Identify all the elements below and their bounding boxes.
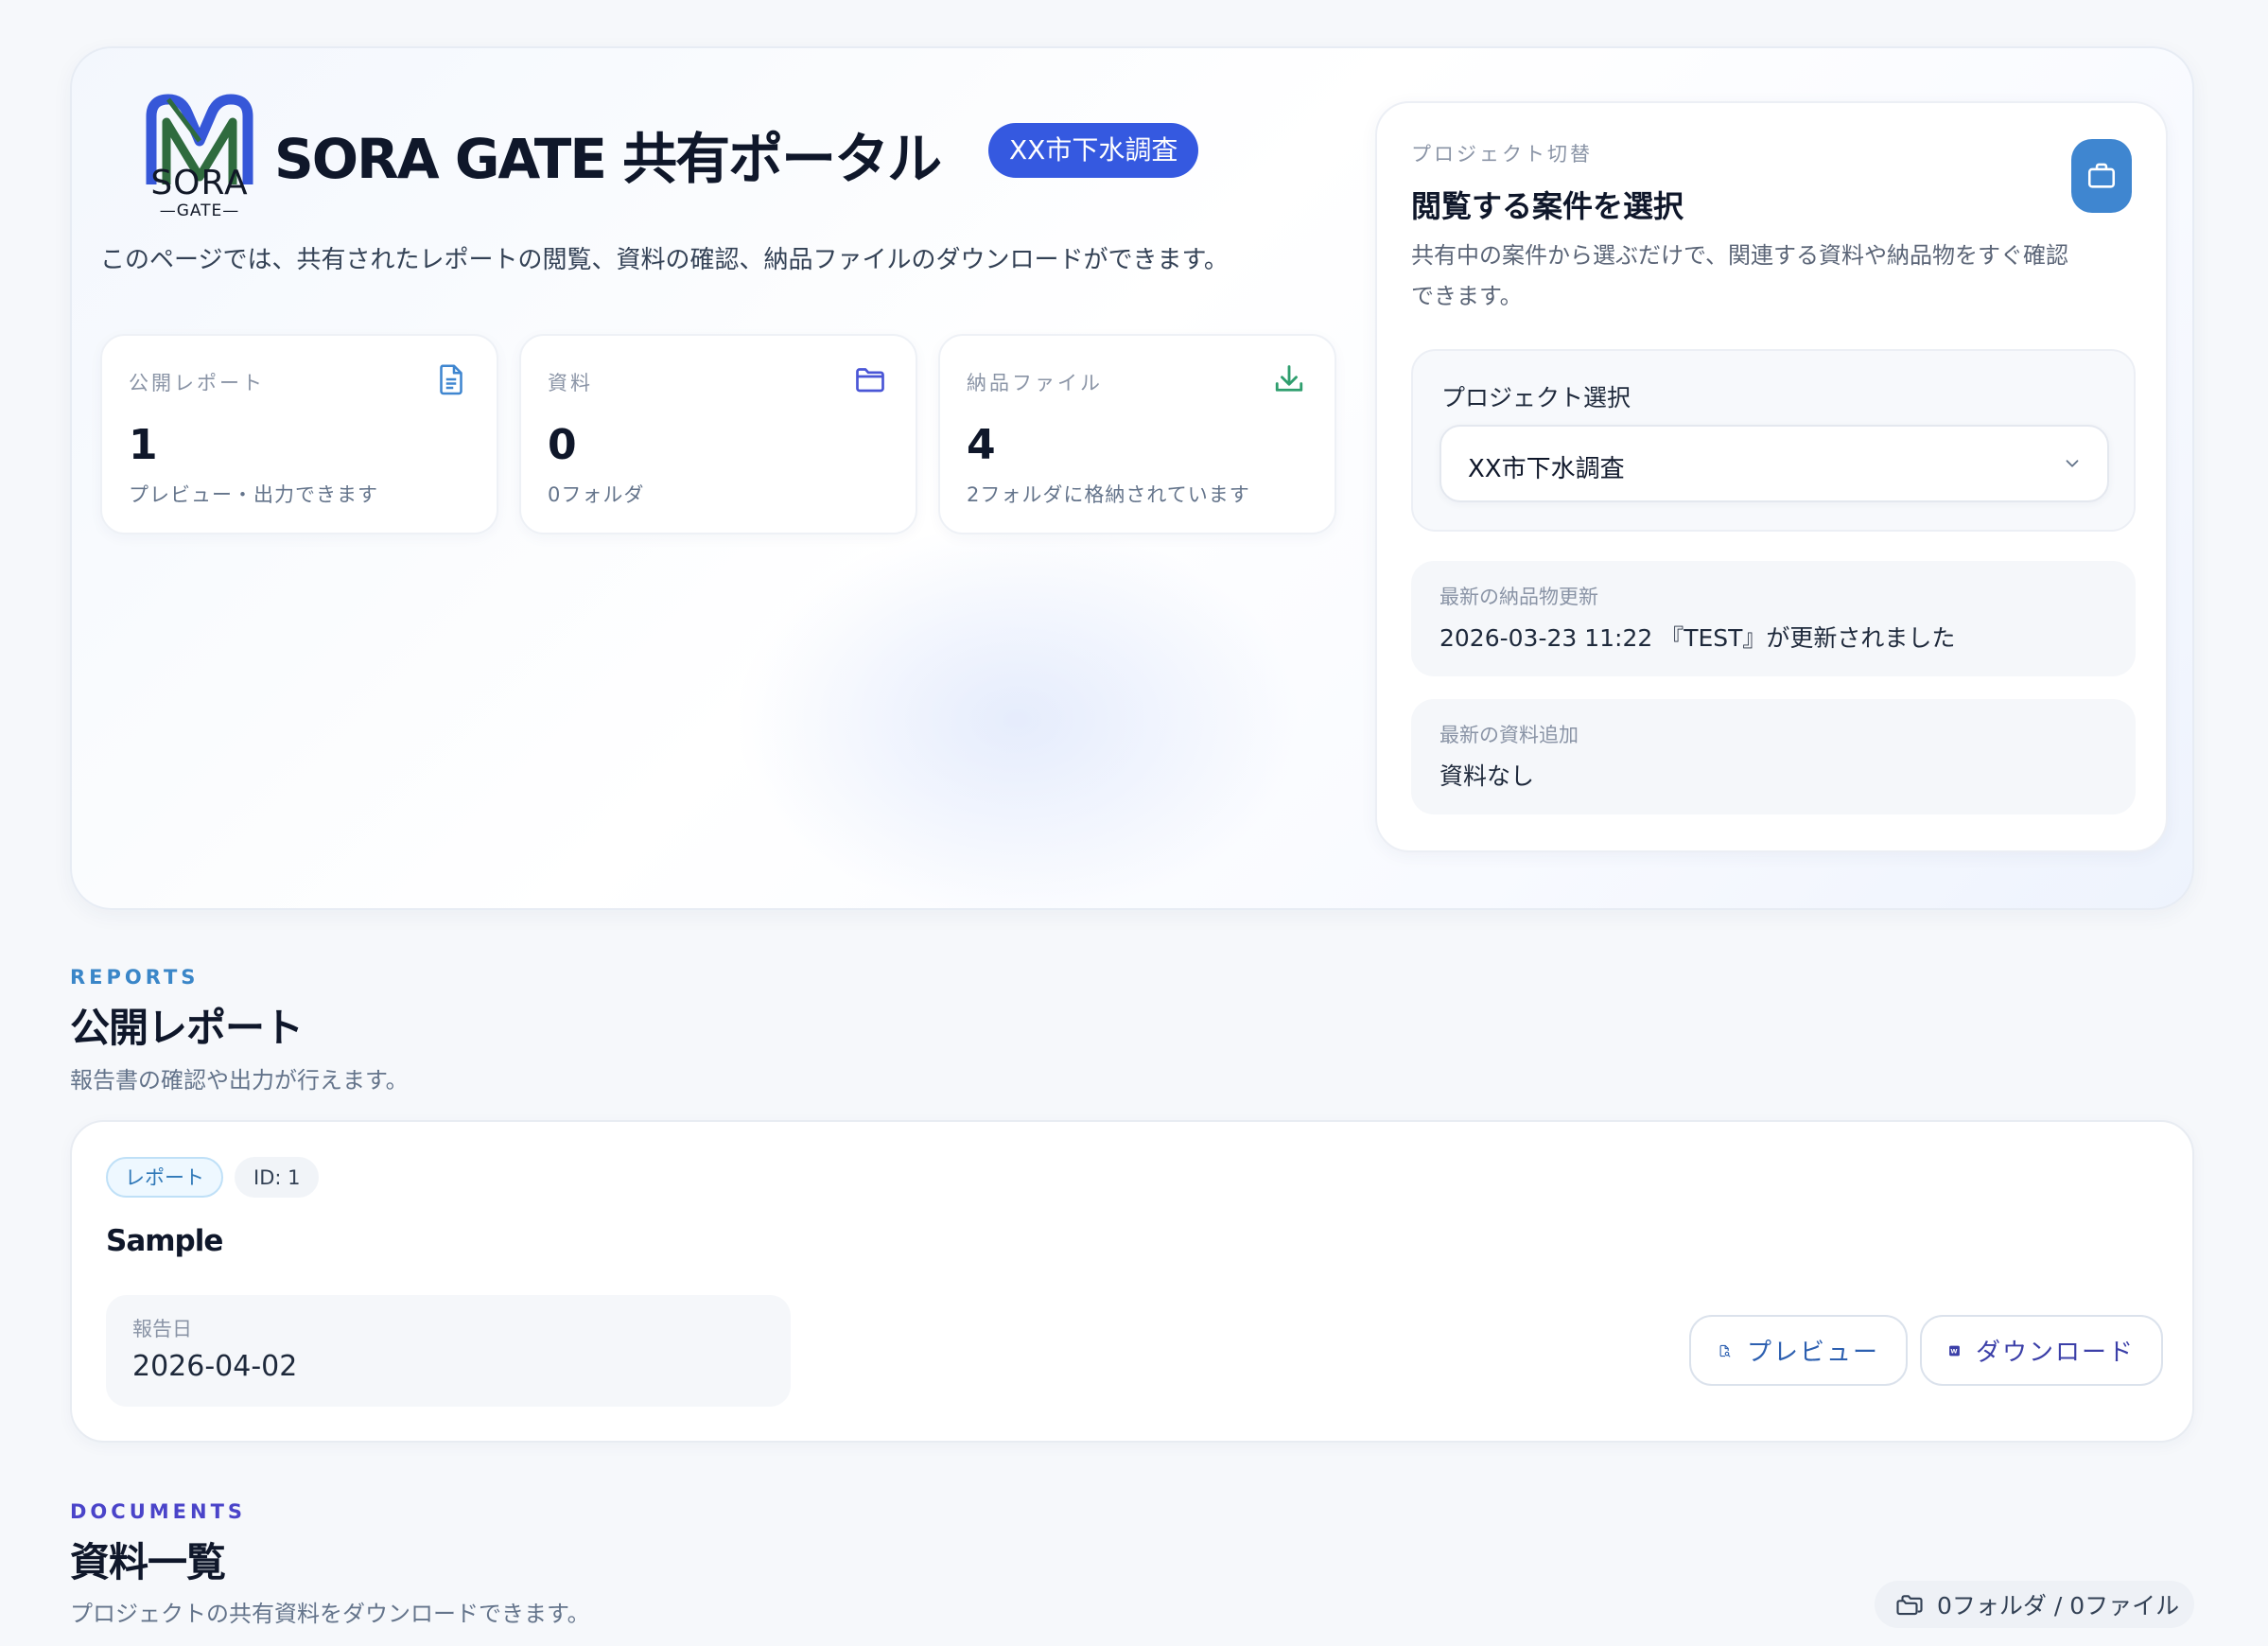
preview-button[interactable]: プレビュー xyxy=(1689,1315,1908,1386)
reports-title: 公開レポート xyxy=(70,1005,304,1051)
file-search-icon xyxy=(1719,1344,1731,1357)
stat-label: 資料 xyxy=(548,372,593,394)
document-icon xyxy=(440,364,462,395)
stat-card-reports: 公開レポート 1 プレビュー・出力できます xyxy=(100,334,498,534)
latest-delivery-box: 最新の納品物更新 2026-03-23 11:22 『TEST』が更新されました xyxy=(1411,561,2136,676)
stat-subtext: プレビュー・出力できます xyxy=(129,483,378,506)
latest-docs-value: 資料なし xyxy=(1439,762,1535,790)
latest-docs-box: 最新の資料追加 資料なし xyxy=(1411,699,2136,814)
logo-subwordmark: —GATE— xyxy=(159,201,240,220)
stat-label: 納品ファイル xyxy=(967,372,1103,394)
report-id-tag: ID: 1 xyxy=(235,1157,320,1198)
project-badge: XX市下水調査 xyxy=(988,123,1199,178)
report-date-value: 2026-04-02 xyxy=(132,1350,298,1383)
briefcase-icon xyxy=(2087,163,2116,188)
hero-card: SORA —GATE— SORA GATE 共有ポータル XX市下水調査 このペ… xyxy=(70,46,2194,910)
documents-count-badge: 0フォルダ / 0ファイル xyxy=(1875,1581,2194,1628)
project-switch-title: 閲覧する案件を選択 xyxy=(1411,188,1684,224)
folders-icon xyxy=(1896,1595,1923,1616)
stat-label: 公開レポート xyxy=(129,372,265,394)
stat-card-documents: 資料 0 0フォルダ xyxy=(519,334,917,534)
svg-text:W: W xyxy=(1950,1347,1958,1355)
project-switch-panel: プロジェクト切替 閲覧する案件を選択 共有中の案件から選ぶだけで、関連する資料や… xyxy=(1375,101,2168,852)
project-select-group: プロジェクト選択 XX市下水調査 xyxy=(1411,349,2136,532)
logo-wordmark: SORA xyxy=(150,164,249,202)
project-switch-description: 共有中の案件から選ぶだけで、関連する資料や納品物をすぐ確認できます。 xyxy=(1411,242,2069,309)
latest-delivery-value: 2026-03-23 11:22 『TEST』が更新されました xyxy=(1439,624,1956,652)
project-switch-kicker: プロジェクト切替 xyxy=(1411,143,1593,166)
download-button[interactable]: W ダウンロード xyxy=(1920,1315,2163,1386)
page-title: SORA GATE 共有ポータル xyxy=(274,127,942,191)
stat-value: 0 xyxy=(548,421,577,469)
word-file-icon: W xyxy=(1949,1345,1960,1356)
download-icon xyxy=(1275,365,1303,392)
report-title: Sample xyxy=(106,1224,223,1258)
chevron-down-icon xyxy=(2066,460,2079,467)
stat-card-deliverables: 納品ファイル 4 2フォルダに格納されています xyxy=(938,334,1336,534)
folder-icon xyxy=(856,368,884,393)
reports-kicker: REPORTS xyxy=(70,966,200,989)
download-label: ダウンロード xyxy=(1975,1339,2135,1367)
documents-count-text: 0フォルダ / 0ファイル xyxy=(1937,1592,2180,1620)
stat-subtext: 2フォルダに格納されています xyxy=(967,483,1250,506)
report-date-box: 報告日 2026-04-02 xyxy=(106,1295,791,1407)
reports-description: 報告書の確認や出力が行えます。 xyxy=(70,1067,409,1094)
report-card: レポート ID: 1 Sample 報告日 2026-04-02 プレビュー W… xyxy=(70,1120,2194,1443)
preview-label: プレビュー xyxy=(1746,1339,1879,1367)
project-select-value: XX市下水調査 xyxy=(1468,455,1625,483)
stat-value: 1 xyxy=(129,421,158,469)
latest-docs-label: 最新の資料追加 xyxy=(1439,724,1579,746)
hero-background-glow xyxy=(734,521,1301,908)
briefcase-button xyxy=(2071,139,2132,213)
stat-subtext: 0フォルダ xyxy=(548,483,645,506)
report-type-tag: レポート xyxy=(106,1157,223,1198)
project-select-label: プロジェクト選択 xyxy=(1441,384,1631,412)
documents-description: プロジェクトの共有資料をダウンロードできます。 xyxy=(70,1601,590,1627)
page-description: このページでは、共有されたレポートの閲覧、資料の確認、納品ファイルのダウンロード… xyxy=(100,246,1229,274)
latest-delivery-label: 最新の納品物更新 xyxy=(1439,586,1598,608)
documents-kicker: DOCUMENTS xyxy=(70,1500,247,1523)
stat-value: 4 xyxy=(967,421,996,469)
report-date-label: 報告日 xyxy=(132,1318,192,1340)
project-select[interactable]: XX市下水調査 xyxy=(1439,425,2109,502)
documents-title: 資料一覧 xyxy=(70,1539,226,1585)
